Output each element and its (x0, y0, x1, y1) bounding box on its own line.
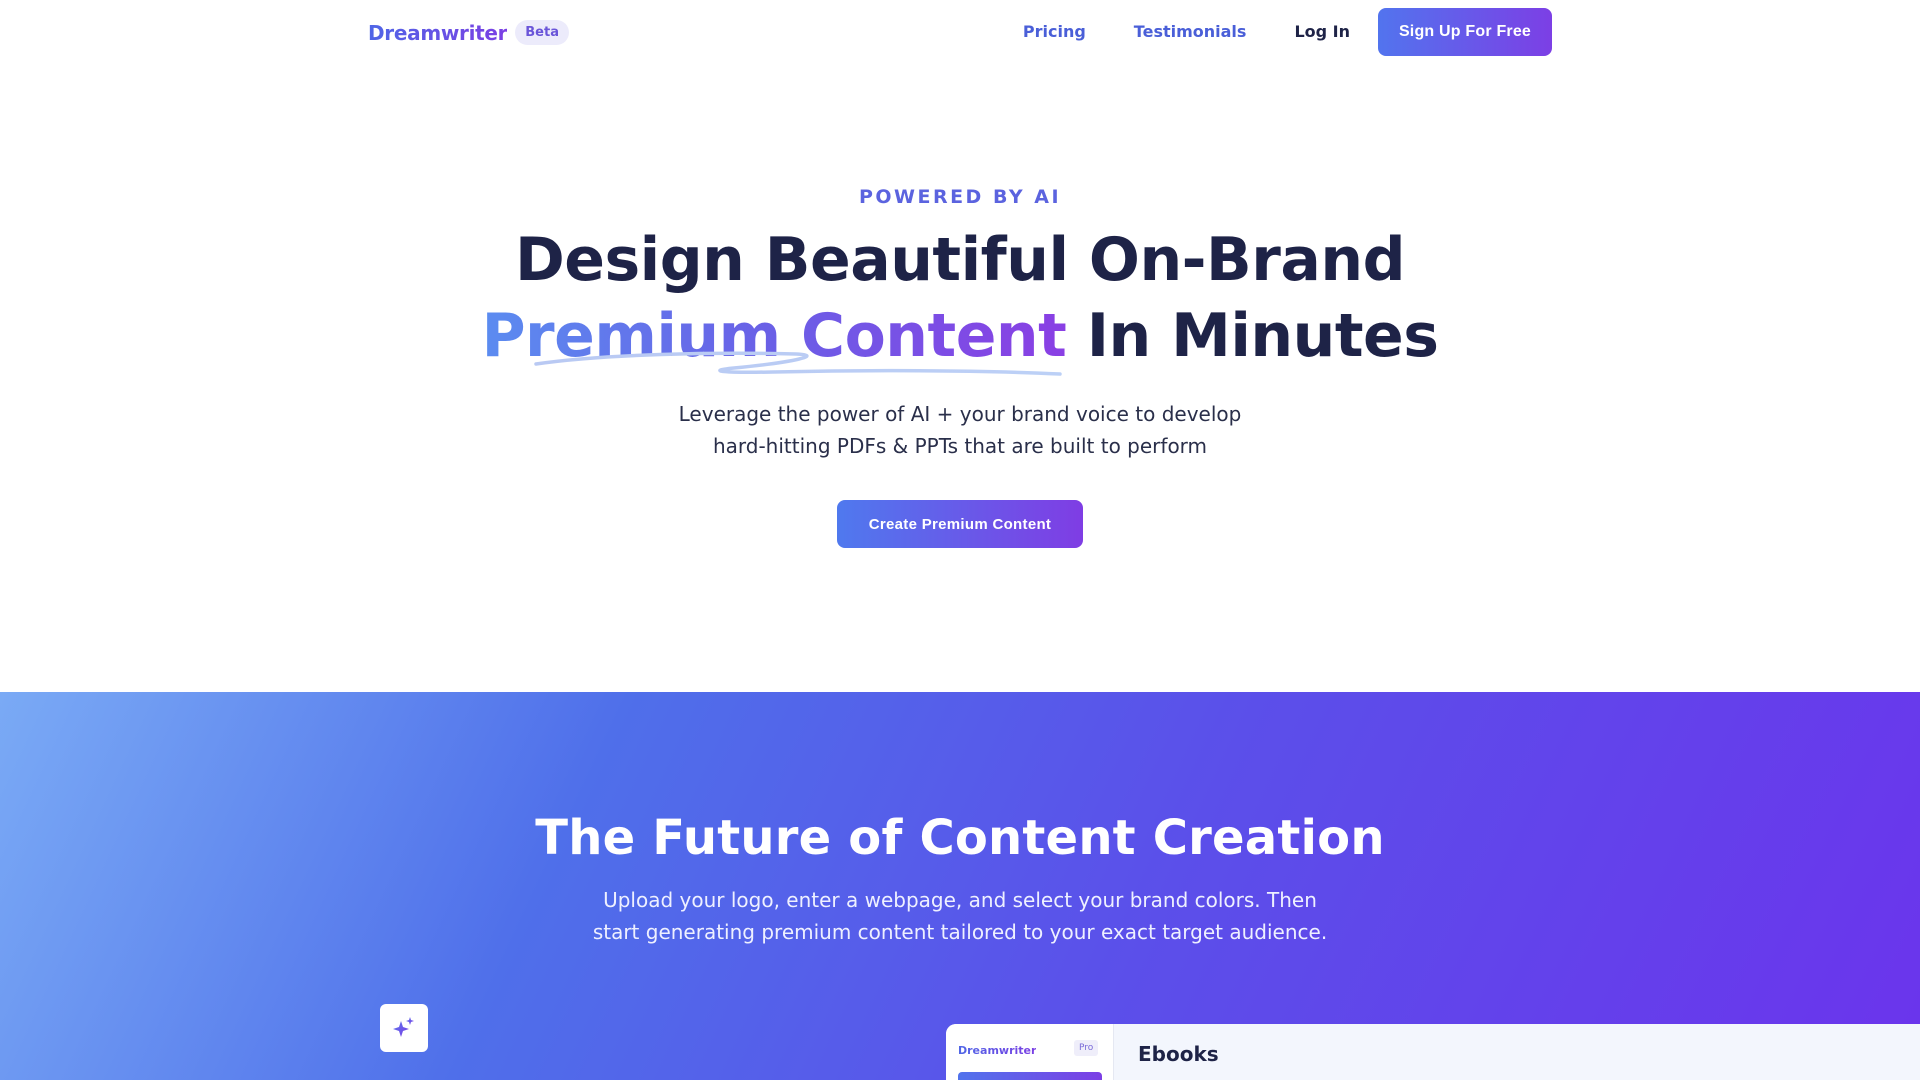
beta-badge: Beta (515, 20, 569, 45)
hero-title-rest: In Minutes (1086, 301, 1439, 371)
hero-eyebrow: POWERED BY AI (858, 186, 1062, 208)
hero-subtitle-line2: hard-hitting PDFs & PPTs that are built … (712, 434, 1208, 458)
preview-heading: Ebooks (1138, 1042, 1219, 1066)
hero-subtitle: Leverage the power of AI + your brand vo… (0, 398, 1920, 462)
preview-sidebar: Dreamwriter Pro (946, 1024, 1114, 1080)
pro-badge: Pro (1074, 1040, 1099, 1056)
brand-logo-text[interactable]: Dreamwriter (368, 21, 508, 45)
feature-subtitle: Upload your logo, enter a webpage, and s… (0, 884, 1920, 948)
preview-sidebar-button (958, 1072, 1102, 1080)
signup-button[interactable]: Sign Up For Free (1378, 8, 1552, 56)
hero-title-line1: Design Beautiful On-Brand (514, 225, 1406, 295)
feature-title: The Future of Content Creation (535, 810, 1385, 866)
main-nav: Pricing Testimonials Log In Sign Up For … (1023, 8, 1552, 56)
sparkles-icon (380, 1004, 428, 1052)
app-preview: Dreamwriter Pro Ebooks (946, 1024, 1920, 1080)
site-header: Dreamwriter Beta Pricing Testimonials Lo… (0, 0, 1920, 64)
nav-testimonials-link[interactable]: Testimonials (1134, 8, 1247, 56)
create-content-button[interactable]: Create Premium Content (837, 500, 1083, 548)
hero-subtitle-line1: Leverage the power of AI + your brand vo… (678, 402, 1242, 426)
nav-pricing-link[interactable]: Pricing (1023, 8, 1086, 56)
brand[interactable]: Dreamwriter Beta (368, 20, 569, 45)
feature-section: The Future of Content Creation Upload yo… (0, 692, 1920, 1080)
underline-squiggle-decoration (534, 351, 1062, 376)
feature-subtitle-line2: start generating premium content tailore… (592, 920, 1328, 944)
feature-subtitle-line1: Upload your logo, enter a webpage, and s… (603, 888, 1317, 912)
login-link[interactable]: Log In (1294, 8, 1350, 56)
preview-brand: Dreamwriter (958, 1044, 1037, 1057)
